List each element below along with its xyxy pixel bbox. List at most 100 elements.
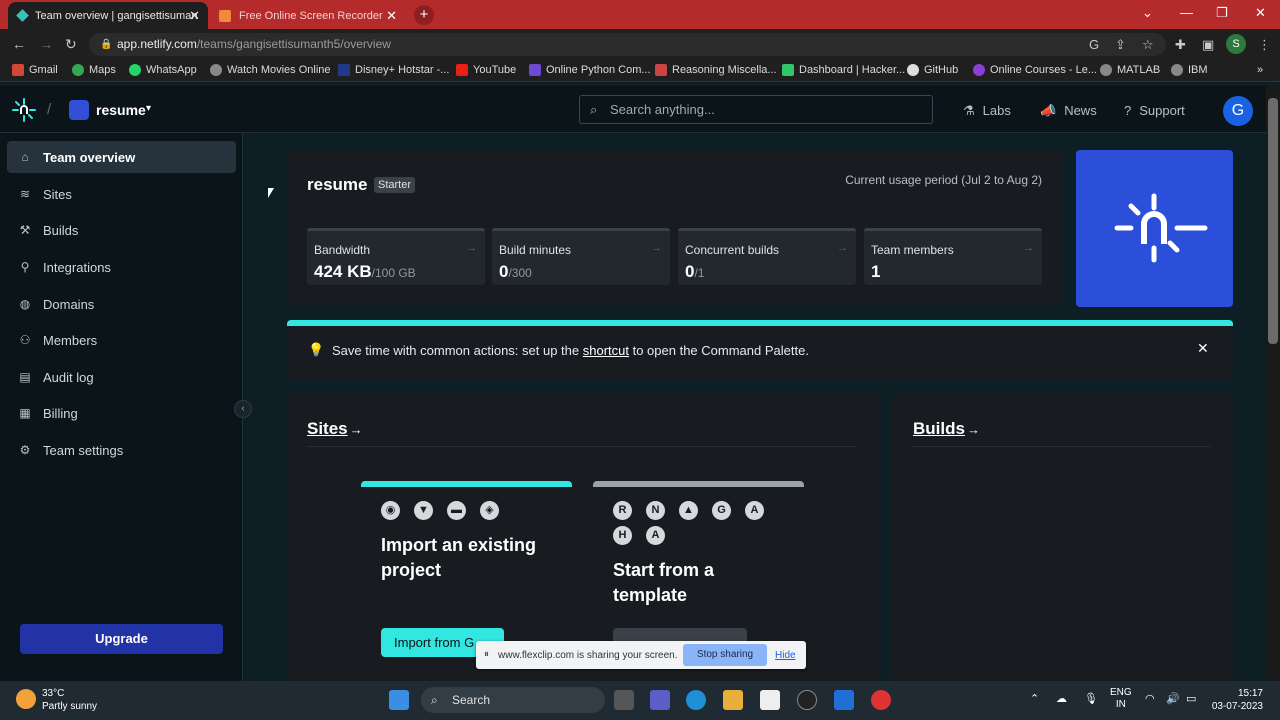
more-bookmarks-icon[interactable]: » [1257, 64, 1263, 76]
upgrade-button[interactable]: Upgrade [20, 624, 223, 654]
taskbar-clock[interactable]: 15:17 03-07-2023 [1205, 687, 1263, 713]
sidebar-item-sites[interactable]: ≋ Sites [7, 178, 236, 210]
share-icon[interactable]: ⇪ [1115, 37, 1126, 53]
builds-link[interactable]: Builds → [913, 419, 980, 439]
weather-widget[interactable]: 33°C Partly sunny [42, 687, 97, 713]
bookmark-hotstar[interactable]: Disney+ Hotstar -... [338, 64, 449, 76]
maximize-button[interactable]: ❐ [1216, 5, 1228, 21]
close-icon[interactable]: ✕ [1197, 340, 1209, 357]
url-path: /teams/gangisettisumanth5/overview [196, 37, 391, 51]
stat-bandwidth[interactable]: Bandwidth → 424 KB/100 GB [307, 228, 485, 285]
bookmark-maps[interactable]: Maps [72, 64, 116, 76]
nextjs-icon: N [646, 501, 665, 520]
sidebar-item-integrations[interactable]: ⚲ Integrations [7, 251, 236, 283]
sidebar-item-team-settings[interactable]: ⚙ Team settings [7, 434, 236, 466]
team-avatar-icon[interactable] [69, 100, 89, 120]
user-avatar[interactable]: G [1223, 96, 1253, 126]
new-tab-button[interactable]: + [414, 5, 434, 25]
sidebar-item-audit-log[interactable]: ▤ Audit log [7, 361, 236, 393]
sidepanel-icon[interactable]: ▣ [1202, 37, 1214, 53]
reload-icon[interactable]: ↻ [65, 36, 77, 53]
bookmark-matlab[interactable]: MATLAB [1100, 64, 1160, 76]
stat-value-wrap: 1 [871, 262, 880, 282]
hugo-icon: H [613, 526, 632, 545]
onedrive-icon[interactable]: ☁ [1056, 692, 1067, 705]
stat-concurrent-builds[interactable]: Concurrent builds → 0/1 [678, 228, 856, 285]
search-input[interactable]: ⌕ Search anything... [579, 95, 933, 124]
sites-link[interactable]: Sites → [307, 419, 363, 439]
sites-title: Sites [307, 419, 348, 438]
chevron-up-icon[interactable]: ⌃ [1030, 692, 1039, 705]
taskbar-search[interactable]: ⌕ Search [421, 687, 605, 713]
back-icon[interactable]: ← [12, 36, 26, 52]
microphone-icon[interactable]: 🎙 [1084, 692, 1098, 705]
weather-sun-icon[interactable] [16, 689, 36, 709]
wifi-icon[interactable]: ◠ [1145, 692, 1155, 705]
dell-icon[interactable] [797, 690, 817, 710]
address-bar[interactable]: 🔒 app.netlify.com/teams/gangisettisumanth… [89, 33, 1166, 56]
sidebar-item-builds[interactable]: ⚒ Builds [7, 214, 236, 246]
sidebar-item-team-overview[interactable]: ⌂ Team overview [7, 141, 236, 173]
sidebar-item-billing[interactable]: ▦ Billing [7, 397, 236, 429]
scrollbar-thumb[interactable] [1268, 98, 1278, 344]
store-icon[interactable] [760, 690, 780, 710]
bookmark-github[interactable]: GitHub [907, 64, 958, 76]
chrome-icon[interactable] [871, 690, 891, 710]
collapse-sidebar-icon[interactable]: ‹ [234, 400, 252, 418]
bookmark-courses[interactable]: Online Courses - Le... [973, 64, 1097, 76]
tab-title: Free Online Screen Recorder [239, 9, 383, 22]
time: 15:17 [1237, 688, 1263, 699]
sidebar-item-members[interactable]: ⚇ Members [7, 324, 236, 356]
language-indicator[interactable]: ENG IN [1110, 687, 1132, 711]
stop-sharing-button[interactable]: Stop sharing [683, 644, 767, 666]
news-label: News [1064, 103, 1097, 118]
tab-screen-recorder[interactable]: Free Online Screen Recorder ✕ [209, 2, 405, 29]
support-link[interactable]: ? Support [1124, 103, 1185, 118]
recorder-favicon-icon [219, 9, 231, 22]
teams-chat-icon[interactable] [650, 690, 670, 710]
tab-search-icon[interactable]: ⌄ [1142, 5, 1153, 21]
stat-team-members[interactable]: Team members → 1 [864, 228, 1042, 285]
shortcut-link[interactable]: shortcut [583, 343, 629, 358]
edge-icon[interactable] [686, 690, 706, 710]
bookmark-gmail[interactable]: Gmail [12, 64, 58, 76]
bookmark-whatsapp[interactable]: WhatsApp [129, 64, 197, 76]
mail-icon[interactable] [834, 690, 854, 710]
stat-build-minutes[interactable]: Build minutes → 0/300 [492, 228, 670, 285]
chevron-down-icon[interactable]: ▾ [146, 103, 151, 114]
close-window-button[interactable]: ✕ [1255, 5, 1266, 21]
bookmark-ibm[interactable]: IBM [1171, 64, 1208, 76]
labs-link[interactable]: ⚗ Labs [963, 103, 1011, 119]
home-icon: ⌂ [21, 150, 29, 164]
team-switcher[interactable]: resume [96, 102, 146, 118]
tab-team-overview[interactable]: Team overview | gangisettisuman ✕ [8, 2, 208, 29]
sidebar-item-domains[interactable]: ◍ Domains [7, 288, 236, 320]
file-explorer-icon[interactable] [723, 690, 743, 710]
menu-kebab-icon[interactable]: ⋮ [1258, 37, 1271, 53]
minimize-button[interactable]: — [1180, 5, 1193, 20]
news-link[interactable]: 📣 News [1040, 103, 1097, 119]
netlify-logo-icon[interactable] [12, 98, 36, 122]
google-icon[interactable]: G [1089, 37, 1099, 52]
bookmark-youtube[interactable]: YouTube [456, 64, 516, 76]
bookmark-label: Online Python Com... [546, 64, 651, 76]
stat-limit: /300 [508, 266, 532, 280]
extensions-icon[interactable]: ✚ [1175, 37, 1186, 53]
windows-start-icon[interactable] [389, 690, 409, 710]
battery-icon[interactable]: ▭ [1186, 692, 1196, 705]
close-tab-icon[interactable]: ✕ [386, 8, 397, 24]
bookmark-python[interactable]: Online Python Com... [529, 64, 651, 76]
bookmark-reasoning[interactable]: Reasoning Miscella... [655, 64, 777, 76]
volume-icon[interactable]: 🔊 [1166, 692, 1180, 705]
hide-sharing-link[interactable]: Hide [775, 650, 796, 661]
wrench-icon: ⚒ [19, 223, 31, 237]
bookmark-movies[interactable]: Watch Movies Online [210, 64, 331, 76]
bookmark-hackerrank[interactable]: Dashboard | Hacker... [782, 64, 905, 76]
netlify-favicon-icon [16, 9, 29, 22]
task-view-icon[interactable] [614, 690, 634, 710]
bookmark-star-icon[interactable]: ☆ [1142, 37, 1154, 53]
close-tab-icon[interactable]: ✕ [189, 8, 200, 24]
profile-avatar[interactable]: S [1226, 34, 1246, 54]
github-icon: ◉ [381, 501, 400, 520]
forward-icon[interactable]: → [39, 36, 53, 52]
